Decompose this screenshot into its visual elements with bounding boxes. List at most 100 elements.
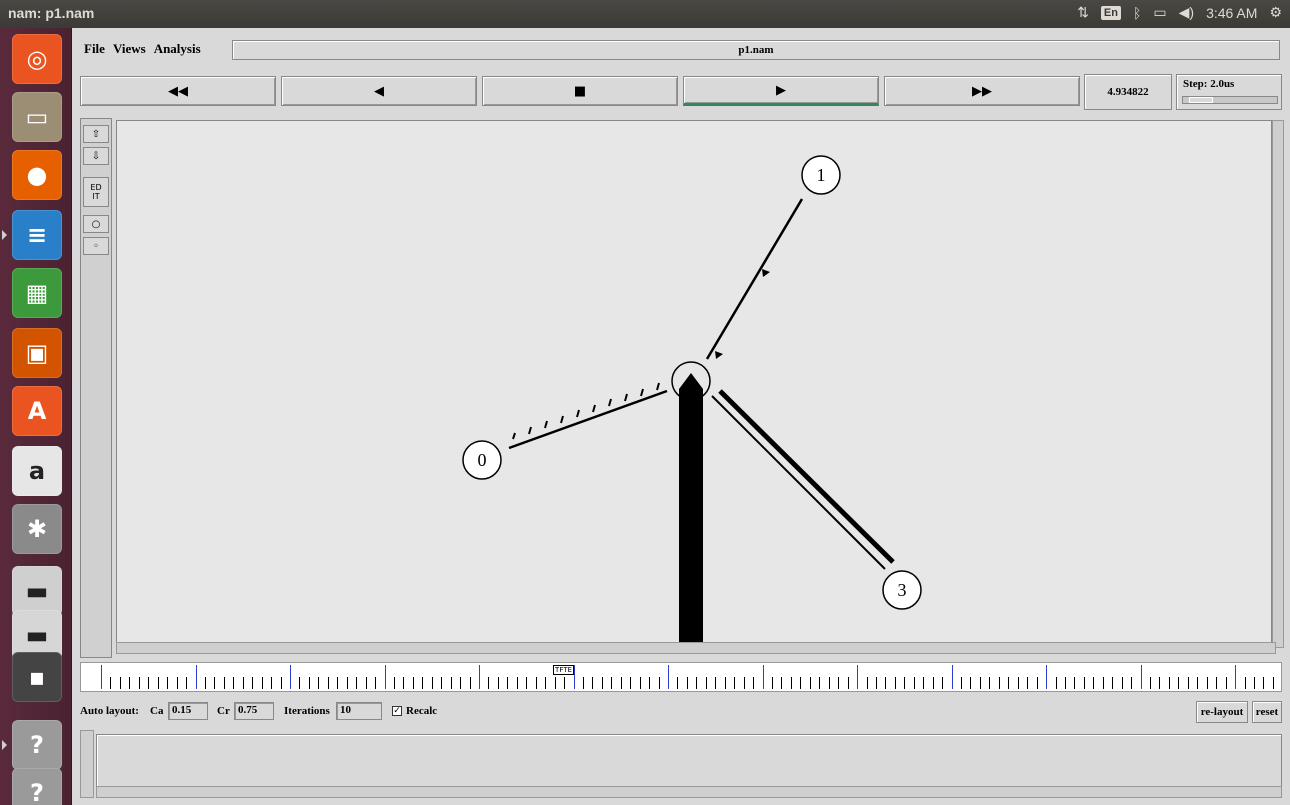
tool-column: ⇧ ⇩ ED IT ○ ◦ [80,118,112,658]
link-0-2 [508,389,668,450]
timeline-tick [318,677,320,689]
system-settings-icon[interactable]: ✱ [12,504,62,554]
node-1[interactable]: 1 [801,155,841,195]
recalc-label: Recalc [406,705,438,717]
timeline-tick [724,677,726,689]
timeline-tick [932,677,934,689]
network-canvas[interactable]: 0 1 3 [116,120,1273,644]
timeline-tick [686,677,688,689]
timeline-tick [327,677,329,689]
timeline-tick [365,677,367,689]
menu-views[interactable]: Views [109,38,150,62]
timeline-tick [119,677,121,689]
relayout-button[interactable]: re-layout [1196,701,1248,723]
timeline-tick [1008,677,1010,689]
timeline-tick [422,677,424,689]
iterations-input[interactable]: 10 [336,702,382,720]
node-1-label: 1 [817,165,826,185]
amazon-icon[interactable]: a [12,446,62,496]
launcher: ◎ ▭ ● ≡ ▦ ▣ Aa ✱ ▬ ▬ ▪?? [0,28,72,805]
timeline-tick [1206,677,1208,689]
ubuntu-dash-icon[interactable]: ◎ [12,34,62,84]
timeline-tick [601,677,603,689]
timeline-major-tick [857,665,858,689]
timeline-major-tick [384,665,386,689]
calc-icon[interactable]: ▦ [12,268,62,318]
timeline-tick [1131,677,1133,689]
timeline-tick [526,677,528,689]
volume-icon[interactable]: ◀) [1179,4,1194,21]
timeline-tick [1263,677,1265,689]
firefox-icon[interactable]: ● [12,150,62,200]
timeline-tick [1150,677,1151,689]
zoom-in-icon[interactable]: ⇧ [83,125,109,143]
writer-icon[interactable]: ≡ [12,210,62,260]
step-label: Step: 2.0us [1183,78,1235,90]
node-0[interactable]: 0 [462,440,502,480]
node-tool-icon[interactable]: ○ [83,215,109,233]
terminal-icon[interactable]: ▪ [12,652,62,702]
step-slider-thumb[interactable] [1189,97,1213,103]
play-button[interactable]: ▶ [683,76,879,106]
timeline-tick [554,677,556,689]
timeline-tick [819,677,821,689]
annotation-textarea[interactable] [96,734,1282,788]
timeline-tick [611,677,613,689]
timeline-major-tick [1140,665,1142,689]
menu-analysis[interactable]: Analysis [150,38,205,62]
zoom-out-icon[interactable]: ⇩ [83,147,109,165]
drive-icon[interactable]: ▬ [12,566,62,616]
small-node-tool-icon[interactable]: ◦ [83,237,109,255]
desktop: nam: p1.nam ⇅ En ᛒ ▭ ◀) 3:46 AM ⚙ ◎ ▭ ● ≡ ▦ ▣… [0,0,1290,805]
network-graph[interactable]: 0 1 3 [117,121,1273,644]
canvas-horizontal-scrollbar[interactable] [116,642,1276,654]
stop-button[interactable]: ■ [482,76,678,106]
software-center-icon[interactable]: A [12,386,62,436]
annotation-vertical-scrollbar[interactable] [80,730,94,798]
ubuntu-dash-glyph: ◎ [26,45,48,73]
power-gear-icon[interactable]: ⚙ [1269,4,1282,21]
link-2-3-a [711,395,886,570]
timeline-tick [469,677,471,689]
rewind-button[interactable]: ◀◀ [80,76,276,106]
timeline-tick [450,677,452,689]
ca-input[interactable]: 0.15 [168,702,208,720]
reset-button[interactable]: reset [1252,701,1282,723]
cr-input[interactable]: 0.75 [234,702,274,720]
step-back-button[interactable]: ◀ [281,76,477,106]
menu-file[interactable]: File [80,38,109,62]
nam-window: File Views Analysis p1.nam ◀◀ ◀ ■ ▶ ▶▶ 4… [72,28,1290,805]
timeline-tick [847,677,849,689]
timeline-tick [271,677,273,689]
cr-label: Cr [217,705,230,717]
battery-icon[interactable]: ▭ [1153,4,1166,21]
language-indicator[interactable]: En [1100,5,1121,20]
node-3-label: 3 [898,580,907,600]
recalc-checkbox[interactable]: ✓ [392,706,402,716]
unknown-app-2-icon[interactable]: ? [12,768,62,805]
node-3[interactable]: 3 [882,570,922,610]
timeline-tick [696,677,698,689]
annotation-horizontal-scrollbar[interactable] [96,786,1282,798]
timeline-tick [1168,677,1170,689]
step-slider[interactable] [1182,96,1278,104]
timeline-tick [790,677,792,689]
top-panel: nam: p1.nam ⇅ En ᛒ ▭ ◀) 3:46 AM ⚙ [0,0,1290,28]
bluetooth-icon[interactable]: ᛒ [1133,5,1141,21]
fast-forward-button[interactable]: ▶▶ [884,76,1080,106]
timeline-tick [252,677,254,689]
unknown-app-icon[interactable]: ? [12,720,62,770]
impress-icon[interactable]: ▣ [12,328,62,378]
edit-button[interactable]: ED IT [83,177,109,207]
network-icon[interactable]: ⇅ [1077,4,1089,21]
writer-glyph: ≡ [26,221,48,249]
system-settings-glyph: ✱ [26,515,48,543]
timeline-tick [639,677,641,689]
timeline-tick [592,677,594,689]
timeline-major-tick [479,665,480,689]
clock[interactable]: 3:46 AM [1206,5,1257,21]
timeline-marker[interactable]: TFTE [553,665,574,675]
files-icon[interactable]: ▭ [12,92,62,142]
timeline-slider[interactable]: TFTE [80,662,1282,692]
canvas-vertical-scrollbar[interactable] [1272,120,1284,648]
